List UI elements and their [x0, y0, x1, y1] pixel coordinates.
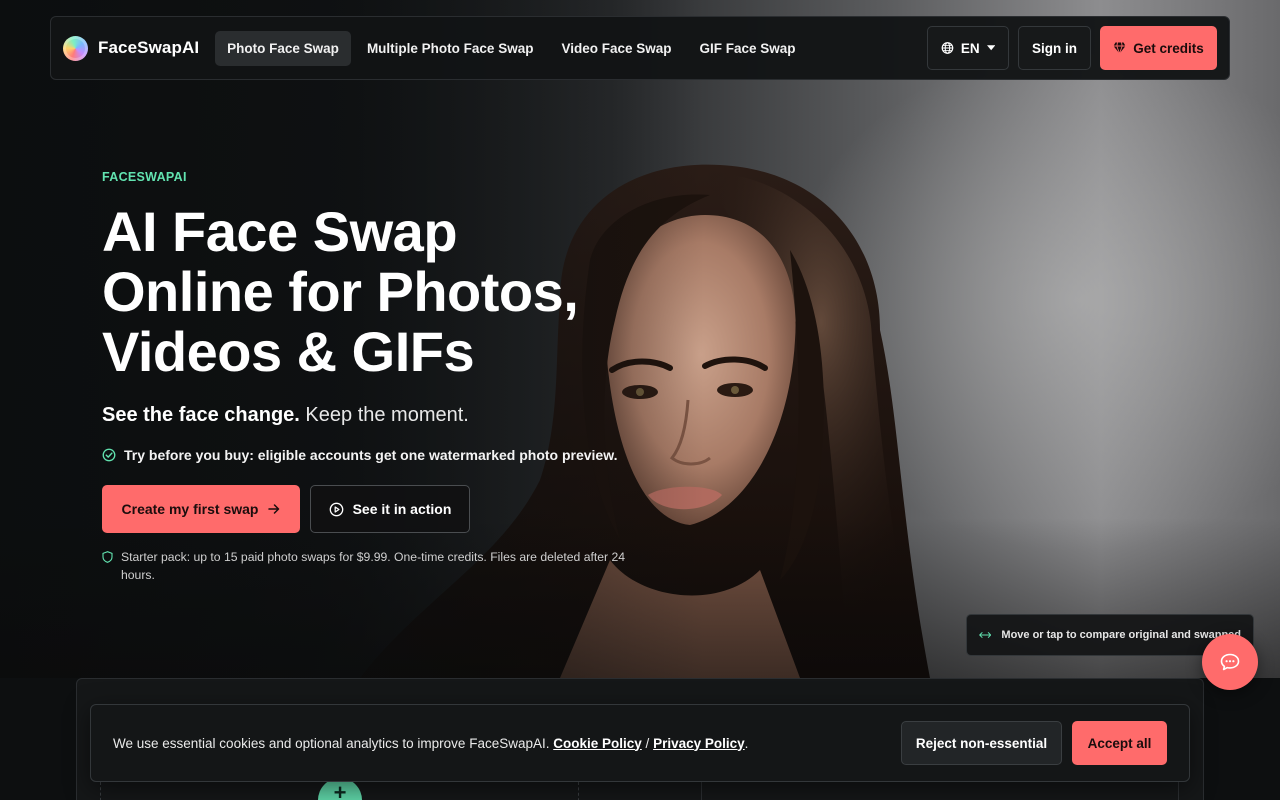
sign-in-button[interactable]: Sign in	[1018, 26, 1091, 70]
panel-divider	[701, 782, 702, 800]
accept-all-button[interactable]: Accept all	[1072, 721, 1167, 765]
chat-bubble-icon	[1220, 653, 1240, 671]
top-navbar: FaceSwapAI Photo Face Swap Multiple Phot…	[50, 16, 1230, 80]
starter-pack-note: Starter pack: up to 15 paid photo swaps …	[102, 548, 632, 584]
hero-subhead: See the face change. Keep the moment.	[102, 404, 662, 427]
reject-non-essential-button[interactable]: Reject non-essential	[901, 721, 1062, 765]
subhead-bold: See the face change.	[102, 404, 300, 426]
play-circle-icon	[329, 502, 343, 516]
chevron-down-icon	[986, 45, 995, 51]
nav-link-gif-face-swap[interactable]: GIF Face Swap	[688, 31, 808, 66]
cookie-text: We use essential cookies and optional an…	[113, 735, 550, 751]
trial-note: Try before you buy: eligible accounts ge…	[102, 447, 662, 463]
headline-line-1: AI Face Swap	[102, 200, 458, 263]
cta-row: Create my first swap See it in action	[102, 485, 662, 533]
cookie-actions: Reject non-essential Accept all	[901, 721, 1167, 765]
dropzone-divider	[578, 782, 579, 800]
chat-button[interactable]	[1202, 634, 1258, 690]
headline-line-2: Online for Photos,	[102, 260, 579, 323]
language-selector[interactable]: EN	[927, 26, 1009, 70]
shield-icon	[102, 551, 113, 563]
see-it-in-action-button[interactable]: See it in action	[310, 485, 470, 533]
see-it-in-action-label: See it in action	[352, 501, 452, 517]
cookie-banner: We use essential cookies and optional an…	[90, 704, 1190, 782]
language-code: EN	[960, 40, 980, 56]
create-first-swap-button[interactable]: Create my first swap	[102, 485, 300, 533]
create-first-swap-label: Create my first swap	[121, 501, 259, 517]
check-circle-icon	[102, 448, 116, 462]
arrow-right-icon	[268, 504, 280, 514]
hero-headline: AI Face Swap Online for Photos, Videos &…	[102, 202, 662, 382]
get-credits-button[interactable]: Get credits	[1100, 26, 1217, 70]
starter-pack-text: Starter pack: up to 15 paid photo swaps …	[121, 550, 626, 582]
nav-link-multiple-photo-face-swap[interactable]: Multiple Photo Face Swap	[355, 31, 546, 66]
cookie-policy-link[interactable]: Cookie Policy	[553, 736, 642, 751]
arrows-horizontal-icon	[979, 632, 992, 638]
policy-separator: /	[645, 735, 650, 751]
cookie-message: We use essential cookies and optional an…	[113, 736, 748, 751]
brand-logo-link[interactable]: FaceSwapAI	[63, 35, 200, 61]
get-credits-label: Get credits	[1133, 40, 1204, 56]
nav-links: Photo Face Swap Multiple Photo Face Swap…	[215, 30, 808, 66]
subhead-rest: Keep the moment.	[299, 404, 469, 426]
brand-name: FaceSwapAI	[98, 38, 200, 57]
gem-icon	[1113, 42, 1126, 54]
cookie-period: .	[744, 735, 749, 751]
panel-divider-right	[1178, 782, 1179, 800]
nav-link-photo-face-swap[interactable]: Photo Face Swap	[215, 30, 351, 66]
hero-content: FACESWAPAI AI Face Swap Online for Photo…	[102, 170, 662, 584]
privacy-policy-link[interactable]: Privacy Policy	[653, 736, 745, 751]
globe-icon	[941, 42, 954, 54]
compare-hint-text: Move or tap to compare original and swap…	[1001, 629, 1241, 641]
nav-actions: EN Sign in Get credits	[927, 26, 1217, 70]
nav-link-video-face-swap[interactable]: Video Face Swap	[549, 31, 683, 66]
logo-icon	[63, 35, 88, 61]
trial-text: Try before you buy: eligible accounts ge…	[124, 447, 618, 463]
hero-eyebrow: FACESWAPAI	[102, 170, 187, 184]
upload-dropzone[interactable]	[100, 782, 1180, 800]
headline-line-3: Videos & GIFs	[102, 320, 475, 383]
